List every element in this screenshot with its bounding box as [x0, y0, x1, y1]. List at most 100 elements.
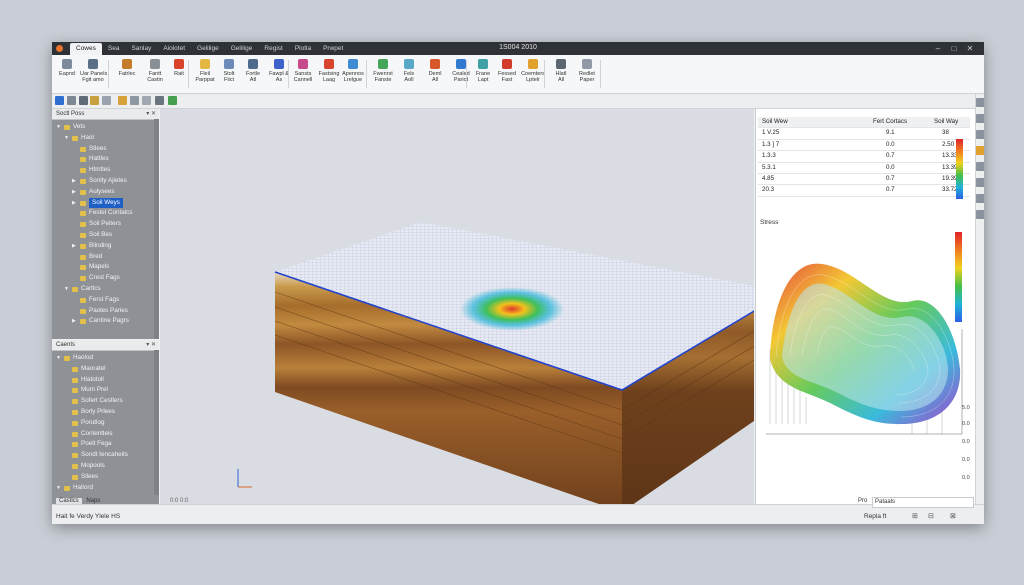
col-header[interactable]: Fert Cortacs [873, 117, 907, 127]
panel-close-icon[interactable]: ▾ ✕ [146, 340, 156, 350]
tree-item[interactable]: ▼ Vets [52, 122, 159, 133]
soil-model-svg[interactable] [160, 109, 754, 504]
filter-icon[interactable] [976, 178, 984, 187]
tree-item[interactable]: Mopools [52, 461, 159, 472]
minimize-icon[interactable]: – [932, 44, 944, 53]
ribbon-button-11[interactable]: Apennos Lrelgue [340, 58, 366, 90]
ribbon-button-12[interactable]: Fwenrst Fanste [370, 58, 396, 90]
ribbon-button-5[interactable]: Fleil Parppat [192, 58, 218, 90]
expand-arrow-icon[interactable]: ▼ [64, 133, 69, 144]
tree-item[interactable]: Paoles Paries [52, 306, 159, 317]
layers-icon[interactable] [976, 194, 984, 203]
tab-castlcs[interactable]: Castlcs [56, 498, 82, 504]
ribbon-button-1[interactable]: Uar Panels Fgit amo [80, 58, 107, 90]
tree-item[interactable]: Sllees [52, 472, 159, 483]
ribbon-button-0[interactable]: Eapnd [54, 58, 80, 90]
table-row[interactable]: 5.3.1 0.0 13.39 [758, 163, 970, 174]
ribbon-button-20[interactable]: Redlet Paper [574, 58, 600, 90]
pin-icon[interactable] [976, 98, 984, 107]
maximize-icon[interactable]: □ [948, 44, 960, 53]
doc-tool-icon[interactable] [130, 96, 139, 105]
tree-item[interactable]: Poelt Fega [52, 439, 159, 450]
pencil-tool-icon[interactable] [90, 96, 99, 105]
edit-icon[interactable] [976, 162, 984, 171]
close-icon[interactable]: ✕ [964, 44, 976, 53]
ribbon-button-6[interactable]: Stolt Fiict [216, 58, 242, 90]
3d-viewport[interactable] [160, 109, 754, 504]
tab-naps[interactable]: Naps [83, 498, 103, 504]
tree-item[interactable]: Mapels [52, 262, 159, 273]
table-row[interactable]: 1.3.3 0.7 13.33 [758, 151, 970, 163]
expand-arrow-icon[interactable]: ▼ [56, 122, 61, 133]
camera-icon[interactable] [976, 210, 984, 219]
chart-icon[interactable] [976, 130, 984, 139]
zoom-out-icon[interactable]: ⊟ [928, 512, 934, 520]
ribbon-button-2[interactable]: Fatrlec [114, 58, 140, 90]
zoom-in-icon[interactable]: ⊠ [950, 512, 956, 520]
tree-item[interactable]: Sondt tencaheits [52, 450, 159, 461]
ribbon-button-13[interactable]: Fels Aoll [396, 58, 422, 90]
tree-item[interactable]: Stlees [52, 144, 159, 155]
ribbon-button-18[interactable]: Coemters Lptelr [520, 58, 546, 90]
tree-item[interactable]: ▼ Haol [52, 133, 159, 144]
col-header[interactable]: Soil Wew [762, 117, 788, 127]
ribbon-button-17[interactable]: Fessed Fast [494, 58, 520, 90]
tree-item[interactable]: Soil Bes [52, 230, 159, 241]
tree-item[interactable]: Sofert Cestlers [52, 396, 159, 407]
tree-item[interactable]: ▶ Cantine Pagrs [52, 316, 159, 327]
table-row[interactable]: 1.3 ] 7 0.0 2.50 [758, 140, 970, 152]
tree-item[interactable]: ▼ Cartlcs [52, 284, 159, 295]
fit-icon[interactable]: ⊞ [912, 512, 918, 520]
measure-tool-icon[interactable] [102, 96, 111, 105]
tree-item[interactable]: Porutlog [52, 418, 159, 429]
tree-item[interactable]: Htmtles [52, 165, 159, 176]
tree-item[interactable]: ▶ Blinding [52, 241, 159, 252]
table-row[interactable]: 20.3 0.7 33.72 [758, 185, 970, 197]
table-row[interactable]: 4.85 0.7 19.39 [758, 174, 970, 186]
tree-scrollbar[interactable] [154, 350, 159, 495]
tree-item[interactable]: Maoratel [52, 364, 159, 375]
list-icon[interactable] [976, 114, 984, 123]
tree-item[interactable]: ▶ Soil Weys [52, 197, 159, 209]
tree-item[interactable]: Contentleis [52, 429, 159, 440]
ribbon-button-10[interactable]: Fastsing Laag [316, 58, 342, 90]
pan-tool-icon[interactable] [79, 96, 88, 105]
zoom-tool-icon[interactable] [67, 96, 76, 105]
expand-arrow-icon[interactable]: ▶ [72, 187, 76, 198]
ribbon-button-14[interactable]: Deml All [422, 58, 448, 90]
tree-item[interactable]: ▼ Haolod [52, 353, 159, 364]
expand-arrow-icon[interactable]: ▶ [72, 316, 76, 327]
grid-tool-icon[interactable] [142, 96, 151, 105]
folder-tool-icon[interactable] [118, 96, 127, 105]
tree-item[interactable]: Crest Fags [52, 273, 159, 284]
tree-item[interactable]: Bred [52, 252, 159, 263]
props-input[interactable]: Pataals [872, 497, 974, 508]
run-tool-icon[interactable] [168, 96, 177, 105]
select-tool-icon[interactable] [55, 96, 64, 105]
tree-item[interactable]: ▶ Aulysees [52, 187, 159, 198]
expand-arrow-icon[interactable]: ▼ [56, 353, 61, 364]
table-row[interactable]: 1 V.25 9.1 38 [758, 128, 970, 140]
tree-item[interactable]: Hlatotoll [52, 375, 159, 386]
expand-arrow-icon[interactable]: ▶ [72, 198, 76, 209]
tree-item[interactable]: Borly Prlees [52, 407, 159, 418]
settings-icon[interactable] [976, 146, 984, 155]
expand-arrow-icon[interactable]: ▶ [72, 241, 76, 252]
panel-close-icon[interactable]: ▾ ✕ [146, 109, 156, 119]
zoom-status[interactable]: Repla ft [864, 513, 886, 520]
tree-item[interactable]: Soil Pelters [52, 219, 159, 230]
ribbon-button-7[interactable]: Fortle Atl [240, 58, 266, 90]
expand-arrow-icon[interactable]: ▼ [64, 284, 69, 295]
tree-item[interactable]: Mum Prel [52, 385, 159, 396]
expand-arrow-icon[interactable]: ▶ [72, 176, 76, 187]
tree-item[interactable]: Hattles [52, 154, 159, 165]
ribbon-button-19[interactable]: Hlatl All [548, 58, 574, 90]
tree-item[interactable]: ▼ Hallord [52, 483, 159, 494]
tree-item[interactable]: Ferst Fags [52, 295, 159, 306]
copy-tool-icon[interactable] [155, 96, 164, 105]
tree-scrollbar[interactable] [154, 119, 159, 339]
ribbon-button-3[interactable]: Fantt Castin [142, 58, 168, 90]
expand-arrow-icon[interactable]: ▼ [56, 483, 61, 494]
col-header[interactable]: Soil Way [934, 117, 958, 127]
tree-item[interactable]: Festel Contalcs [52, 208, 159, 219]
